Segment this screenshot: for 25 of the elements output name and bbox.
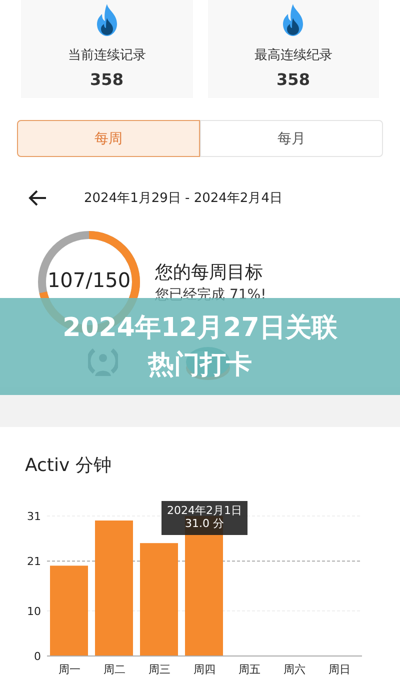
chart-title: Activ 分钟	[25, 454, 112, 477]
axis-tick-label: 0	[34, 650, 41, 663]
flame-icon	[94, 4, 119, 36]
stat-value: 358	[90, 70, 124, 89]
date-range: 2024年1月29日 - 2024年2月4日	[84, 190, 282, 207]
chart-tooltip: 2024年2月1日 31.0 分	[162, 501, 248, 535]
stat-label: 当前连续记录	[68, 47, 146, 64]
axis-tick-label: 21	[27, 555, 41, 568]
banner-title: 2024年12月27日关联热门打卡	[62, 312, 338, 382]
stat-value: 358	[276, 70, 310, 89]
axis-category-label: 周四	[194, 663, 216, 676]
stat-label: 最高连续纪录	[254, 47, 332, 64]
axis-tick-label: 10	[27, 604, 41, 618]
period-tab[interactable]: 每月	[200, 120, 383, 157]
goal-title: 您的每周目标	[155, 261, 264, 284]
axis-category-label: 周一	[58, 663, 80, 676]
progress-count: 107/150	[46, 268, 132, 292]
axis-tick-label: 31	[27, 510, 41, 523]
flame-icon	[281, 4, 306, 36]
axis-category-label: 周六	[284, 663, 306, 676]
back-arrow-icon[interactable]	[28, 188, 48, 208]
axis-category-label: 周五	[238, 663, 260, 676]
axis-category-label: 周三	[148, 663, 170, 676]
axis-category-label: 周二	[104, 663, 126, 676]
axis-category-label: 周日	[328, 663, 350, 676]
